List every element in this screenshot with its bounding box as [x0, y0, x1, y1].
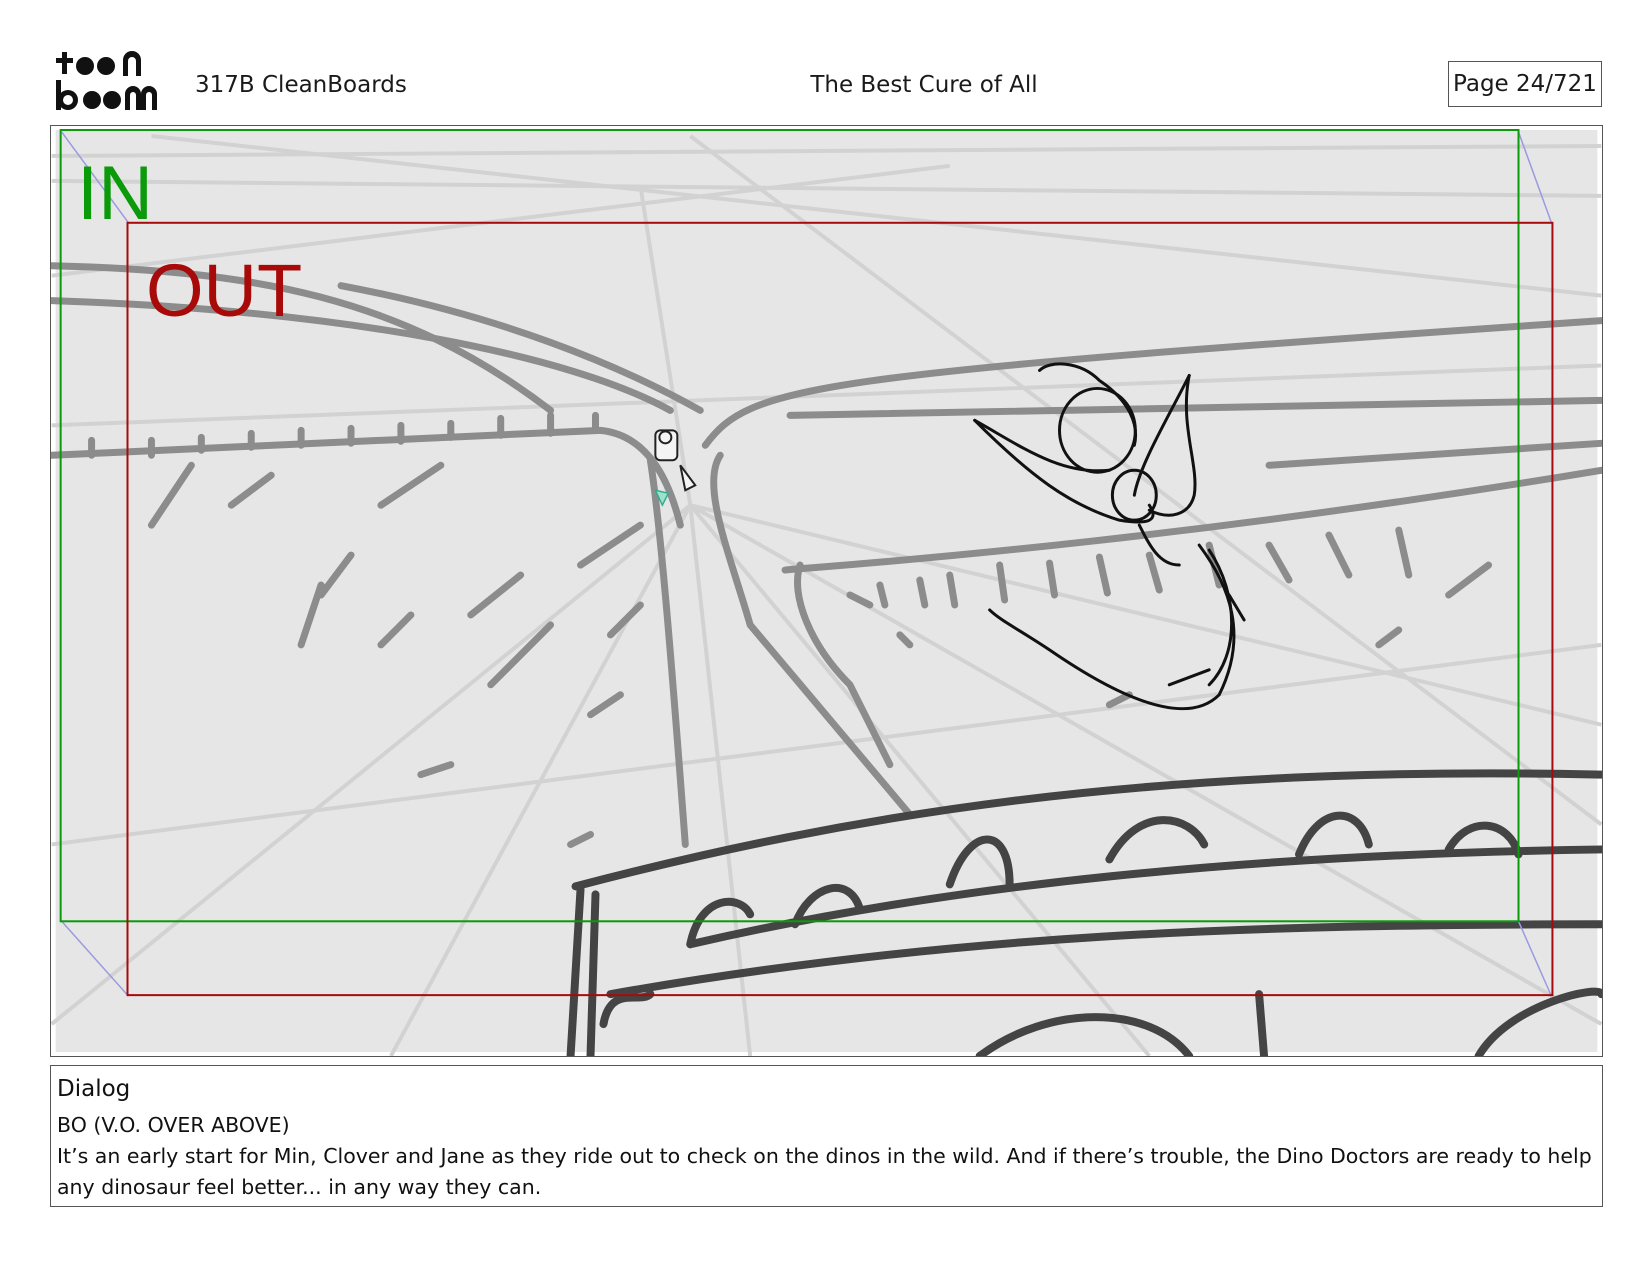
dialog-heading: Dialog [57, 1076, 131, 1102]
dialog-speaker: BO (V.O. OVER ABOVE) [57, 1113, 290, 1137]
storyboard-panel: IN OUT [50, 125, 1603, 1057]
episode-title: The Best Cure of All [810, 72, 1038, 98]
in-frame-label: IN [77, 151, 153, 236]
dialog-text: It’s an early start for Min, Clover and … [57, 1144, 1592, 1199]
out-frame-label: OUT [146, 249, 303, 332]
page-indicator: Page 24/721 [1448, 61, 1602, 107]
dialog-box: Dialog BO (V.O. OVER ABOVE) It’s an earl… [50, 1065, 1603, 1207]
